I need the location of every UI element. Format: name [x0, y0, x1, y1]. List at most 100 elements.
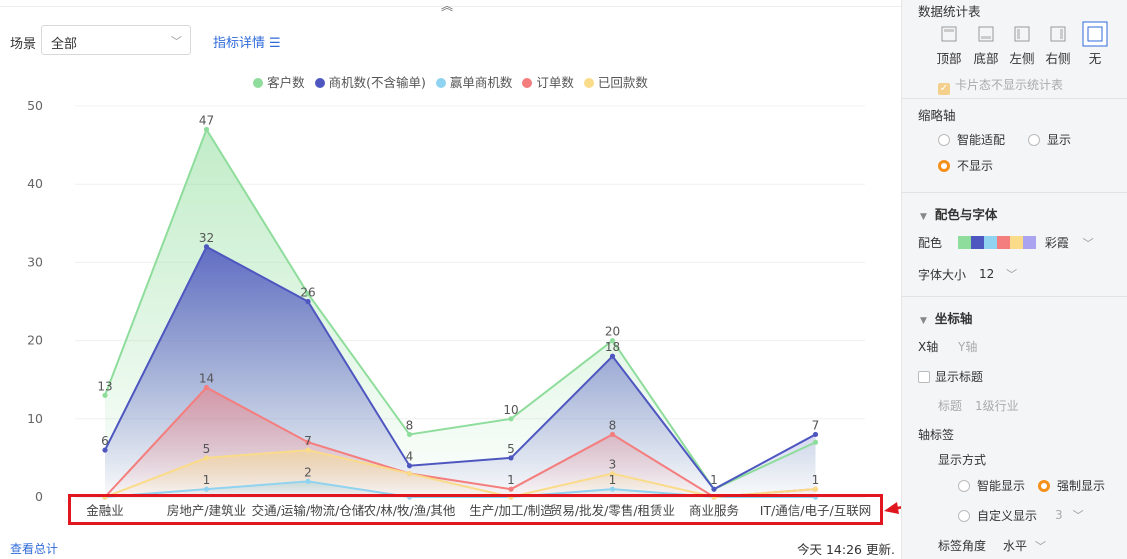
- color-scheme-select[interactable]: 彩霞 ﹀: [958, 234, 1094, 251]
- font-size-label: 字体大小: [918, 268, 967, 282]
- data-point: [508, 416, 514, 422]
- data-point: [305, 447, 311, 453]
- settings-panel: 数据统计表 顶部 底部 左侧 右侧 无 ✓ 卡片态不显示统计表 缩略轴 智能适配…: [901, 0, 1127, 559]
- thumb-option-show[interactable]: 显示: [1028, 131, 1071, 148]
- display-option-smart[interactable]: 智能显示: [958, 477, 1025, 494]
- data-point: [305, 478, 311, 484]
- show-title-option[interactable]: 显示标题: [918, 368, 983, 385]
- data-label: 5: [507, 442, 515, 456]
- radio-icon[interactable]: [958, 510, 970, 522]
- data-label: 8: [609, 418, 617, 432]
- data-point: [203, 455, 210, 461]
- label-angle-value: 水平: [1003, 539, 1028, 553]
- display-option-custom[interactable]: 自定义显示: [958, 507, 1037, 524]
- axis-label-title: 轴标签: [918, 428, 955, 442]
- tab-x-axis[interactable]: X轴: [918, 338, 938, 355]
- data-label: 3: [609, 458, 617, 472]
- data-label: 7: [812, 418, 820, 432]
- palette-swatch: [971, 236, 984, 249]
- divider: [902, 296, 1127, 297]
- data-point: [609, 353, 616, 359]
- data-point: [711, 486, 717, 492]
- data-label: 7: [304, 434, 312, 448]
- view-total-link[interactable]: 查看总计: [10, 540, 58, 557]
- layout-left-icon: [1014, 26, 1030, 42]
- radio-icon[interactable]: [958, 480, 970, 492]
- position-right-option[interactable]: 右侧: [1041, 24, 1075, 67]
- radio-selected-icon[interactable]: [1038, 480, 1050, 492]
- axis-title: 坐标轴: [934, 311, 973, 326]
- card-hide-option[interactable]: ✓ 卡片态不显示统计表: [938, 76, 1063, 95]
- layout-top-icon: [941, 26, 957, 42]
- data-point: [406, 470, 413, 477]
- data-point: [203, 486, 210, 492]
- radio-selected-icon[interactable]: [938, 160, 950, 172]
- data-label: 4: [406, 450, 414, 464]
- thumb-option-smart[interactable]: 智能适配: [938, 131, 1005, 148]
- radio-icon[interactable]: [938, 134, 950, 146]
- position-left-option[interactable]: 左侧: [1005, 24, 1039, 67]
- palette-swatch: [1023, 236, 1036, 249]
- y-tick-label: 30: [27, 254, 43, 269]
- chevron-down-icon: ﹀: [1082, 237, 1094, 250]
- color-label: 配色: [918, 236, 943, 250]
- color-font-section[interactable]: ▼ 配色与字体: [920, 204, 997, 223]
- radio-icon[interactable]: [1028, 134, 1040, 146]
- axis-title-input[interactable]: 1级行业: [975, 397, 1019, 414]
- font-size-select[interactable]: 12 ﹀: [979, 266, 1017, 282]
- position-right-label: 右侧: [1045, 51, 1071, 66]
- data-point: [812, 439, 819, 445]
- custom-count-value: 3: [1055, 508, 1063, 522]
- divider: [902, 98, 1127, 99]
- data-label: 20: [605, 325, 620, 339]
- data-label: 18: [605, 340, 620, 354]
- data-point: [406, 463, 413, 469]
- data-point: [812, 431, 819, 438]
- data-label: 1: [203, 473, 211, 487]
- caret-down-icon: ▼: [920, 212, 927, 222]
- data-label: 1: [609, 473, 617, 487]
- display-option-custom-label: 自定义显示: [977, 509, 1038, 523]
- caret-down-icon: ▼: [920, 316, 927, 326]
- position-top-option[interactable]: 顶部: [932, 24, 966, 67]
- label-angle-select[interactable]: 水平 ﹀: [1003, 537, 1046, 554]
- card-hide-checkbox[interactable]: ✓: [938, 83, 950, 95]
- data-point: [203, 126, 210, 133]
- position-none-option[interactable]: 无: [1078, 21, 1112, 67]
- color-font-title: 配色与字体: [934, 207, 998, 222]
- data-label: 1: [507, 473, 515, 487]
- thumb-option-show-label: 显示: [1047, 133, 1072, 147]
- palette-swatch: [997, 236, 1010, 249]
- data-point: [508, 455, 514, 461]
- data-label: 1: [710, 473, 718, 487]
- thumb-option-hide[interactable]: 不显示: [938, 157, 993, 174]
- color-palette: [958, 236, 1036, 250]
- axis-section[interactable]: ▼ 坐标轴: [920, 308, 972, 327]
- show-title-label: 显示标题: [935, 370, 984, 384]
- chevron-down-icon: ﹀: [1006, 268, 1018, 281]
- data-point: [203, 244, 210, 250]
- annotation-highlight-box: [68, 494, 883, 525]
- palette-swatch: [1010, 236, 1023, 249]
- display-option-force[interactable]: 强制显示: [1038, 477, 1105, 494]
- axis-title-label: 标题: [938, 399, 963, 413]
- data-label: 26: [300, 286, 315, 300]
- data-label: 47: [199, 113, 214, 127]
- palette-swatch: [958, 236, 971, 249]
- position-bottom-label: 底部: [973, 51, 999, 66]
- thumb-axis-title: 缩略轴: [918, 108, 956, 123]
- data-label: 1: [812, 473, 820, 487]
- display-option-force-label: 强制显示: [1057, 479, 1106, 493]
- position-bottom-option[interactable]: 底部: [969, 24, 1003, 67]
- y-tick-label: 20: [27, 333, 43, 348]
- position-top-label: 顶部: [936, 51, 962, 66]
- show-title-checkbox[interactable]: [918, 371, 930, 383]
- custom-count-select[interactable]: 3 ﹀: [1055, 507, 1084, 523]
- data-label: 32: [199, 231, 214, 245]
- display-mode-label: 显示方式: [938, 453, 987, 467]
- card-hide-label: 卡片态不显示统计表: [955, 78, 1064, 92]
- chart-panel: ︽ 场景 全部 ﹀ 指标详情 ☰ 客户数 商机数(不含输单) 赢单商机数 订单数 已回款数…: [0, 0, 901, 559]
- tab-y-axis[interactable]: Y轴: [958, 338, 977, 355]
- divider: [902, 192, 1127, 193]
- data-point: [812, 486, 819, 492]
